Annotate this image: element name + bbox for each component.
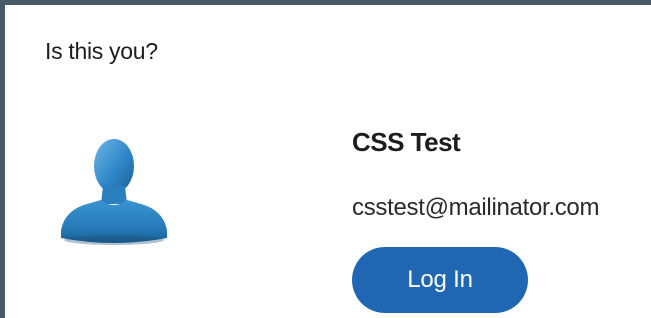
account-email: csstest@mailinator.com <box>352 194 600 221</box>
log-in-button[interactable]: Log In <box>352 247 528 313</box>
dialog-title: Is this you? <box>45 38 158 64</box>
user-avatar-icon <box>57 130 169 248</box>
account-name: CSS Test <box>352 127 461 157</box>
account-confirm-panel: Is this you? CSS Test csstest@mailinator… <box>0 0 651 318</box>
